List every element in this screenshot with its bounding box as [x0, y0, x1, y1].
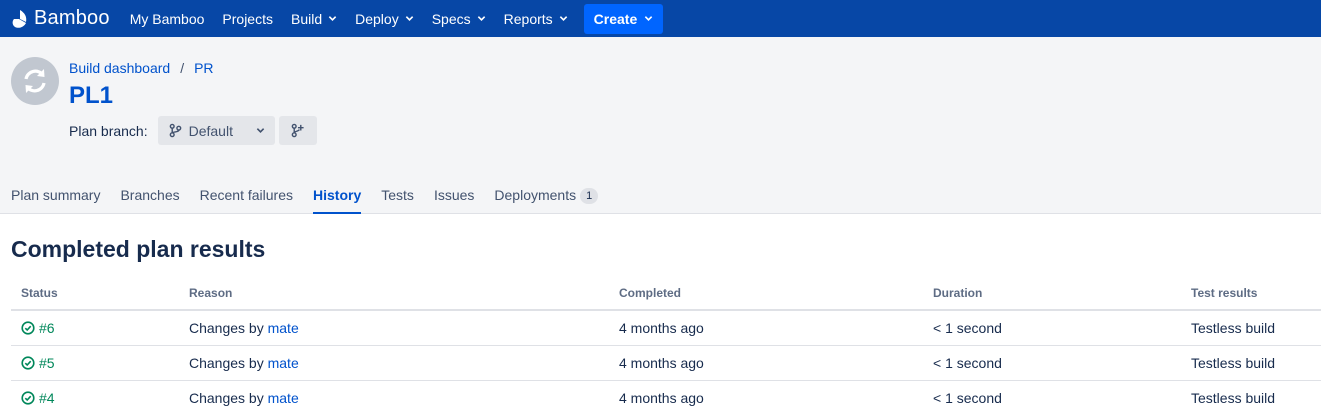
tab-tests[interactable]: Tests [381, 187, 414, 214]
page-title[interactable]: PL1 [69, 82, 113, 110]
test-results-cell: Testless build [1181, 345, 1321, 381]
check-circle-icon [21, 355, 35, 370]
build-link[interactable]: #4 [39, 390, 55, 406]
tab-label: Plan summary [11, 187, 101, 203]
nav-label: My Bamboo [129, 10, 205, 27]
tab-label: Branches [120, 187, 180, 203]
tab-issues[interactable]: Issues [434, 187, 474, 214]
test-results-cell: Testless build [1181, 310, 1321, 346]
nav-reports[interactable]: Reports [498, 0, 574, 37]
tab-label: Tests [381, 187, 414, 203]
branch-icon [169, 123, 181, 138]
completed-cell: 4 months ago [609, 380, 923, 413]
table-header-row: Status Reason Completed Duration Test re… [11, 276, 1321, 311]
column-header-status: Status [11, 276, 179, 311]
chevron-down-icon [405, 16, 413, 21]
plan-avatar [11, 57, 59, 105]
nav-label: Deploy [355, 10, 399, 27]
nav-label: Reports [503, 10, 553, 27]
column-header-reason: Reason [179, 276, 609, 311]
reason-cell: Changes by mate [179, 345, 609, 381]
tab-history[interactable]: History [313, 187, 362, 214]
create-button[interactable]: Create [583, 3, 664, 34]
duration-cell: < 1 second [923, 345, 1181, 381]
status-cell: #6 [11, 310, 179, 346]
plan-branch-value: Default [188, 122, 233, 139]
nav-my-bamboo[interactable]: My Bamboo [124, 0, 211, 37]
breadcrumb-separator: / [180, 60, 185, 76]
completed-cell: 4 months ago [609, 345, 923, 381]
bamboo-logo[interactable]: Bamboo [11, 0, 110, 37]
reason-text: Changes by [189, 319, 264, 336]
completed-cell: 4 months ago [609, 310, 923, 346]
plan-tabs: Plan summary Branches Recent failures Hi… [11, 187, 618, 214]
tab-label: History [313, 187, 362, 203]
results-table: Status Reason Completed Duration Test re… [11, 276, 1321, 413]
logo-text: Bamboo [34, 7, 110, 29]
create-label: Create [593, 10, 638, 27]
branch-add-icon [291, 123, 304, 138]
nav-label: Projects [222, 10, 273, 27]
check-circle-icon [21, 321, 35, 335]
user-link[interactable]: mate [268, 355, 299, 371]
plan-branch-row: Plan branch: Default [69, 116, 317, 145]
reason-cell: Changes by mate [179, 380, 609, 413]
nav-deploy[interactable]: Deploy [349, 0, 420, 37]
plan-header: Build dashboard / PR PL1 Plan branch: De… [0, 37, 1321, 214]
nav-specs[interactable]: Specs [426, 0, 492, 37]
user-link[interactable]: mate [268, 320, 299, 336]
build-link[interactable]: #5 [39, 355, 55, 371]
status-cell: #4 [11, 380, 179, 413]
chevron-down-icon [645, 16, 653, 21]
test-results-cell: Testless build [1181, 380, 1321, 413]
plan-branch-label: Plan branch: [69, 122, 148, 139]
reason-text: Changes by [189, 354, 264, 371]
deployments-count-badge: 1 [580, 188, 599, 204]
bamboo-logo-icon [12, 9, 27, 28]
tab-label: Recent failures [199, 187, 294, 203]
user-link[interactable]: mate [268, 390, 299, 406]
column-header-completed: Completed [609, 276, 923, 311]
tab-recent-failures[interactable]: Recent failures [200, 187, 293, 214]
section-title: Completed plan results [11, 236, 266, 262]
tab-deployments[interactable]: Deployments 1 [494, 187, 599, 214]
tab-plan-summary[interactable]: Plan summary [11, 187, 100, 214]
duration-cell: < 1 second [923, 380, 1181, 413]
check-circle-icon [21, 390, 35, 405]
breadcrumb: Build dashboard / PR [69, 60, 214, 76]
reason-cell: Changes by mate [179, 310, 609, 346]
nav-label: Specs [431, 10, 471, 27]
table-row: #6 Changes by mate 4 months ago < 1 seco… [11, 310, 1321, 346]
nav-build[interactable]: Build [285, 0, 343, 37]
chevron-down-icon [559, 16, 567, 21]
nav-label: Build [290, 10, 323, 27]
reason-text: Changes by [189, 389, 264, 406]
plan-branch-select[interactable]: Default [157, 116, 275, 145]
table-row: #5 Changes by mate 4 months ago < 1 seco… [11, 345, 1321, 381]
duration-cell: < 1 second [923, 310, 1181, 346]
chevron-down-icon [256, 128, 264, 133]
column-header-test-results: Test results [1181, 276, 1321, 311]
column-header-duration: Duration [923, 276, 1181, 311]
tab-label: Deployments [494, 187, 577, 203]
breadcrumb-project[interactable]: PR [194, 60, 213, 76]
table-row: #4 Changes by mate 4 months ago < 1 seco… [11, 380, 1321, 413]
status-cell: #5 [11, 345, 179, 381]
create-branch-button[interactable] [278, 116, 317, 145]
breadcrumb-build-dashboard[interactable]: Build dashboard [69, 60, 170, 76]
tab-label: Issues [433, 187, 475, 203]
chevron-down-icon [328, 16, 337, 21]
chevron-down-icon [477, 16, 485, 21]
refresh-icon [24, 69, 46, 93]
build-link[interactable]: #6 [39, 320, 55, 336]
nav-projects[interactable]: Projects [216, 0, 279, 37]
tab-branches[interactable]: Branches [120, 187, 179, 214]
top-navigation: Bamboo My Bamboo Projects Build Deploy S… [0, 0, 1321, 37]
